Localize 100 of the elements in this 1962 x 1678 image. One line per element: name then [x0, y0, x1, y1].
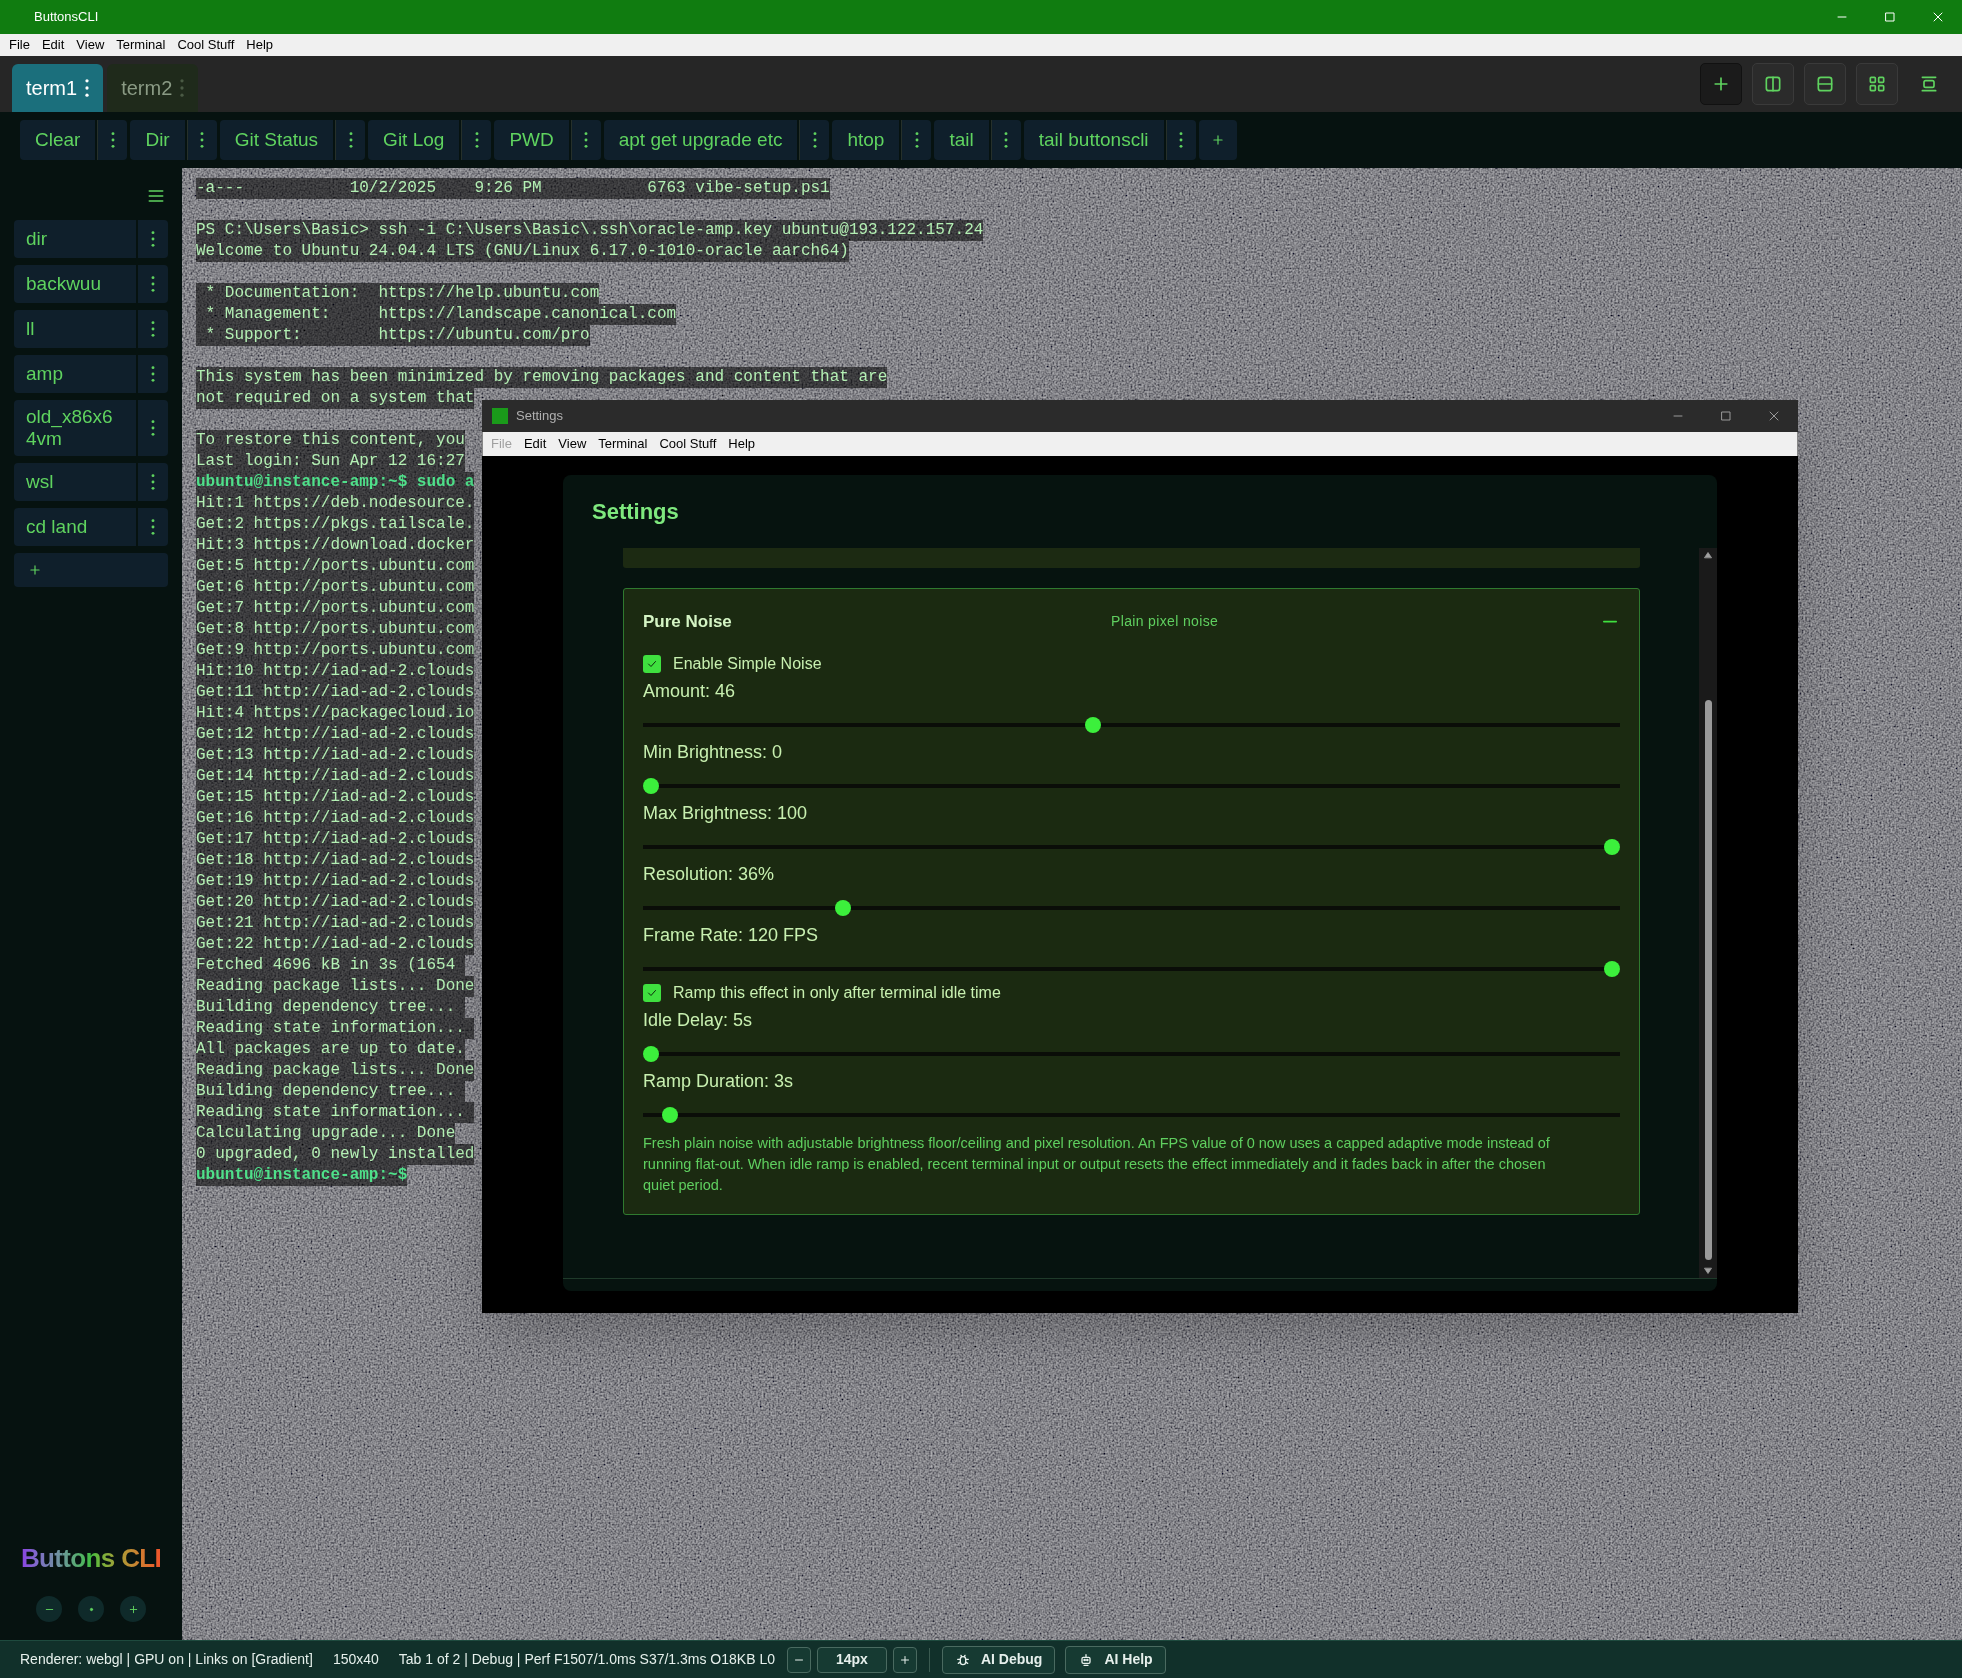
menu-item[interactable]: Cool Stuff	[171, 35, 241, 55]
item-menu-button[interactable]	[138, 310, 168, 348]
plus-icon	[898, 1653, 911, 1666]
quick-command-button[interactable]: Clear	[20, 120, 96, 160]
menu-item[interactable]: Cool Stuff	[653, 434, 723, 454]
tab[interactable]: term1	[12, 64, 104, 112]
slider-label: Max Brightness: 100	[643, 802, 808, 825]
sidebar-item[interactable]: dir	[14, 220, 136, 258]
sidebar-item[interactable]: ll	[14, 310, 136, 348]
zoom-reset-button[interactable]	[78, 1596, 104, 1622]
menu-item[interactable]: View	[552, 434, 593, 454]
quick-command-button[interactable]: htop	[832, 120, 900, 160]
kebab-icon	[151, 420, 155, 436]
menu-item[interactable]: Edit	[517, 434, 553, 454]
menu-item[interactable]: File	[3, 35, 36, 55]
command-menu-button[interactable]	[461, 120, 492, 160]
command-menu-button[interactable]	[335, 120, 366, 160]
scrollbar-thumb[interactable]	[1704, 700, 1712, 1260]
kebab-icon[interactable]	[85, 79, 90, 97]
command-menu-button[interactable]	[901, 120, 932, 160]
quick-command-button[interactable]: tail	[934, 120, 989, 160]
quick-command-button[interactable]: Dir	[130, 120, 185, 160]
settings-heading: Settings	[591, 498, 680, 526]
zoom-in-button[interactable]	[120, 1596, 146, 1622]
command-menu-button[interactable]	[1165, 120, 1196, 160]
section-description: Fresh plain noise with adjustable brightness floor/ceiling and pixel resolution. An FPS value of 0 now uses a capped adaptive mode instead of running flat-out. When idle ramp is enabled, recent terminal input or output resets the effect immediately and it fades back in after the chosen quiet period.	[643, 1134, 1551, 1195]
item-menu-button[interactable]	[138, 463, 168, 501]
checkbox[interactable]	[643, 655, 661, 673]
slider-thumb[interactable]	[643, 778, 659, 794]
kebab-icon	[474, 132, 479, 148]
menu-item[interactable]: Terminal	[592, 434, 654, 454]
menu-item[interactable]: View	[70, 35, 111, 55]
slider-thumb[interactable]	[835, 900, 852, 916]
command-menu-button[interactable]	[570, 120, 601, 160]
slider-thumb[interactable]	[1604, 839, 1620, 855]
quick-command-button[interactable]: Git Log	[368, 120, 460, 160]
slider-thumb[interactable]	[662, 1107, 679, 1123]
command-menu-button[interactable]	[799, 120, 830, 160]
quick-command-button[interactable]: tail buttonscli	[1023, 120, 1164, 160]
kebab-icon	[200, 132, 205, 148]
ai-button[interactable]: AI Debug	[941, 1645, 1056, 1674]
plus-icon	[127, 1603, 139, 1615]
grid-button[interactable]	[1856, 63, 1898, 105]
split-rows-icon	[1815, 74, 1835, 94]
ai-button[interactable]: AI Help	[1065, 1645, 1166, 1674]
sidebar-item[interactable]: amp	[14, 355, 136, 393]
sidebar-item[interactable]: backwuu	[14, 265, 136, 303]
sidebar-item[interactable]: cd land	[14, 508, 136, 546]
command-menu-button[interactable]	[97, 120, 128, 160]
item-menu-button[interactable]	[138, 355, 168, 393]
zoom-out-button[interactable]	[36, 1596, 62, 1622]
slider-thumb[interactable]	[1604, 961, 1620, 977]
kebab-icon	[812, 132, 817, 148]
menu-item[interactable]: Help	[240, 35, 280, 55]
menu-item[interactable]: Edit	[35, 35, 71, 55]
slider-thumb[interactable]	[643, 1046, 659, 1062]
command-menu-button[interactable]	[186, 120, 217, 160]
menu-item[interactable]: Terminal	[110, 35, 172, 55]
close-icon[interactable]	[1768, 410, 1780, 422]
checkbox-label: Ramp this effect in only after terminal idle time	[673, 983, 1001, 1003]
kebab-icon	[151, 321, 155, 337]
slider-label: Amount: 46	[643, 680, 736, 703]
scrollbar[interactable]	[1699, 548, 1717, 1278]
sidebar-item[interactable]: wsl	[14, 463, 136, 501]
window-title: ButtonsCLI	[33, 8, 99, 27]
checkbox[interactable]	[643, 984, 661, 1002]
quick-command-button[interactable]: apt get upgrade etc	[603, 120, 798, 160]
font-size-field[interactable]: 14px	[816, 1646, 887, 1673]
tab[interactable]: term2	[107, 64, 199, 112]
command-menu-button[interactable]	[990, 120, 1021, 160]
slider-thumb[interactable]	[1085, 717, 1102, 733]
split-columns-button[interactable]	[1752, 63, 1794, 105]
kebab-icon	[151, 276, 155, 292]
scroll-up-icon[interactable]	[1703, 550, 1713, 560]
kebab-icon	[1179, 132, 1184, 148]
section-subtitle: Plain pixel noise	[1111, 612, 1219, 631]
add-command-button[interactable]	[1198, 120, 1237, 160]
increase-font-button[interactable]	[892, 1646, 917, 1673]
item-menu-button[interactable]	[138, 265, 168, 303]
align-center-icon	[1919, 74, 1939, 94]
slider-label: Ramp Duration: 3s	[643, 1070, 794, 1093]
slider-label: Resolution: 36%	[643, 863, 775, 886]
slider-label: Min Brightness: 0	[643, 741, 783, 764]
quick-command-button[interactable]: Git Status	[219, 120, 334, 160]
kebab-icon	[151, 474, 155, 490]
sidebar-item[interactable]: old_x86x64vm	[14, 400, 136, 456]
menu-item[interactable]: Help	[722, 434, 762, 454]
section-title: Pure Noise	[643, 611, 732, 631]
plus-button[interactable]	[1700, 63, 1742, 105]
item-menu-button[interactable]	[138, 220, 168, 258]
scroll-down-icon[interactable]	[1703, 1266, 1713, 1276]
decrease-font-button[interactable]	[786, 1646, 811, 1673]
quick-command-button[interactable]: PWD	[494, 120, 569, 160]
menu-item: File	[490, 435, 513, 454]
plus-icon	[1210, 133, 1225, 147]
maximize-icon[interactable]	[1720, 410, 1732, 422]
item-menu-button[interactable]	[138, 508, 168, 546]
split-rows-button[interactable]	[1804, 63, 1846, 105]
app-icon	[492, 408, 508, 424]
kebab-icon	[914, 132, 919, 148]
